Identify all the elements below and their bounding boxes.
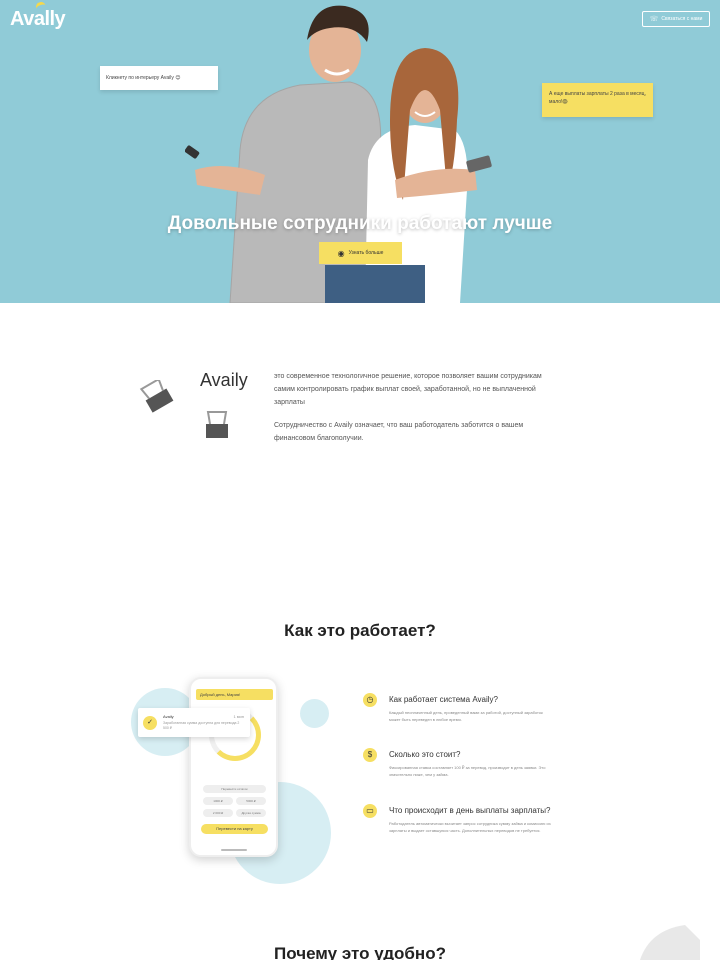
faq-answer: Работодатель автоматически вычитает запр… — [389, 821, 551, 833]
phone-icon: ☏ — [649, 16, 659, 23]
hero-title: Довольные сотрудники работают лучше — [167, 213, 553, 234]
about-brand: Availy — [200, 370, 248, 390]
faq-question: Сколько это стоит? — [389, 750, 461, 759]
hero-bubble-right: А еще выплаты зарплаты 2 раза в месяц, м… — [542, 83, 653, 117]
phone-option[interactable]: 1000 ₽ — [203, 797, 233, 805]
clock-icon: ◷ — [363, 693, 377, 707]
contact-button[interactable]: ☏ Связаться с нами — [642, 11, 710, 27]
app-icon: ✓ — [143, 716, 157, 730]
phone-header: Добрый день, Мария! — [196, 689, 273, 700]
phone-pay-button[interactable]: Перевести на карту — [201, 824, 268, 834]
phone-option[interactable]: 2 000 ₽ — [203, 809, 233, 817]
learn-more-button[interactable]: ◉ Узнать больше — [319, 242, 402, 264]
why-title: Почему это удобно? — [274, 944, 446, 960]
notification-text: Заработанная сумма доступна для перевода… — [163, 721, 240, 730]
decor-circle — [300, 699, 329, 728]
decor-paper-image — [640, 925, 700, 960]
eye-icon: ◉ — [337, 248, 345, 258]
how-title: Как это работает? — [284, 621, 436, 640]
binder-clip-icon — [139, 380, 174, 413]
phone-option[interactable]: 5000 ₽ — [236, 797, 266, 805]
push-notification: ✓ Availy 1 мин Заработанная сумма доступ… — [138, 708, 250, 737]
phone-home-bar — [221, 849, 247, 851]
faq-question: Как работает система Availy? — [389, 695, 498, 704]
phone-mockup: Добрый день, Мария! Перевести остаток 10… — [189, 677, 278, 857]
dollar-icon: $ — [363, 748, 377, 762]
phone-option[interactable]: Перевести остаток — [203, 785, 266, 793]
logo-tagline — [2, 24, 50, 30]
notification-title: Availy — [163, 714, 174, 719]
binder-clip-icon-2 — [206, 411, 228, 438]
money-icon: ▭ — [363, 804, 377, 818]
faq-answer: Каждый неоплаченный день, проведенный ва… — [389, 710, 543, 722]
faq-answer: Фиксированная ставка составляет 100 ₽ за… — [389, 765, 546, 777]
faq-question: Что происходит в день выплаты зарплаты? — [389, 806, 551, 815]
about-paragraph-2: Сотрудничество с Availy означает, что ва… — [274, 422, 524, 442]
about-paragraph-1: это современное технологичное решение, к… — [274, 373, 542, 406]
notification-time: 1 мин — [233, 714, 244, 719]
hero-section: Avally ☏ Связаться с нами Кликнету по ин… — [0, 0, 720, 303]
phone-option[interactable]: Другая сумма — [236, 809, 266, 817]
hero-bubble-left: Кликнету по интерьеру Availy 😊 — [100, 66, 218, 90]
about-text: это современное технологичное решение, к… — [274, 370, 554, 455]
